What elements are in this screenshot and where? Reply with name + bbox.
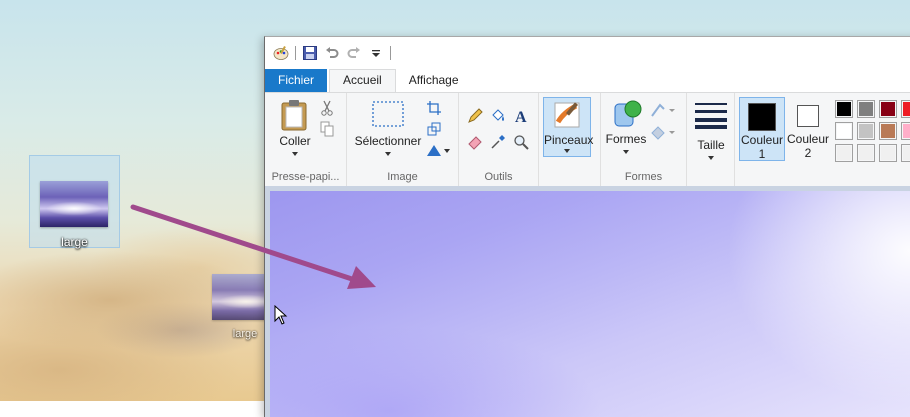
mouse-cursor-icon	[274, 305, 288, 325]
drag-arrow-annotation	[130, 204, 376, 289]
